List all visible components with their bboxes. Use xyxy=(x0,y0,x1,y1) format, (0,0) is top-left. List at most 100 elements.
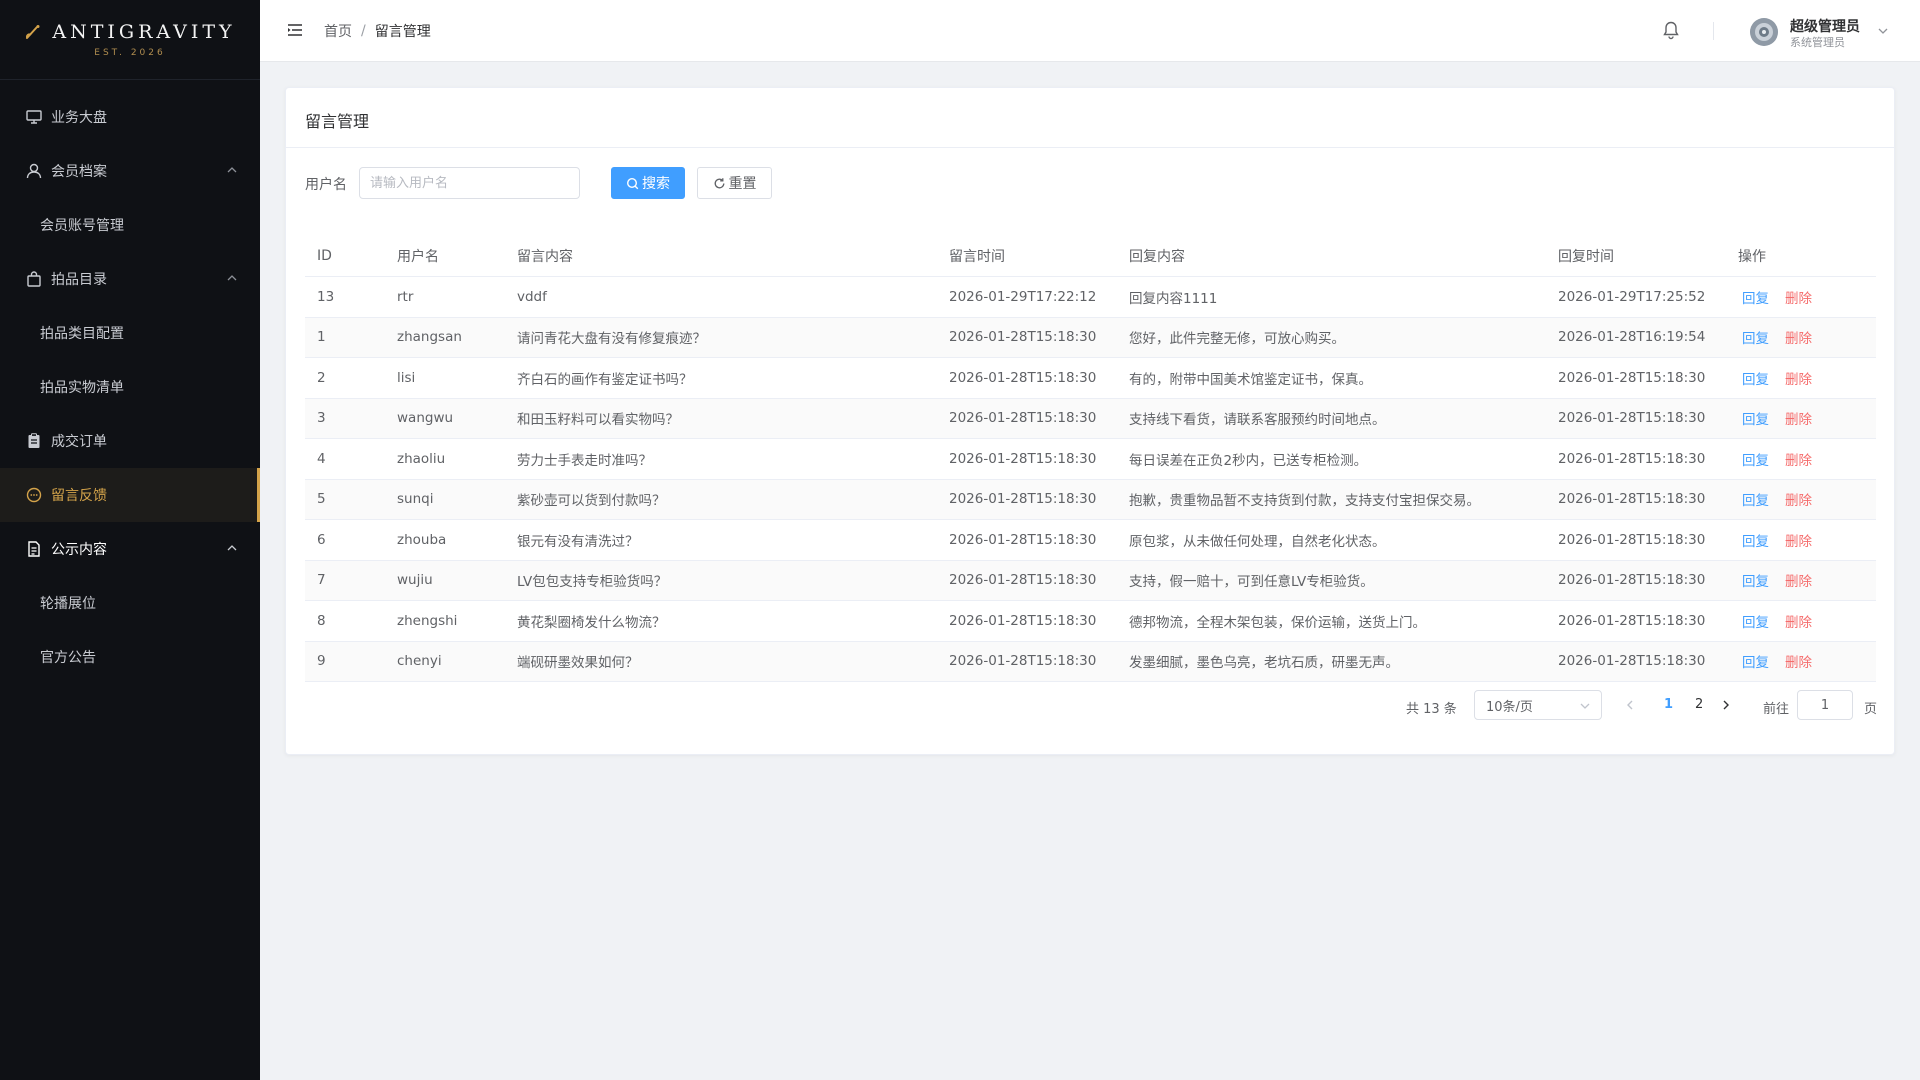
cell-reply: 发墨细腻，墨色乌亮，老坑石质，研墨无声。 xyxy=(1129,655,1399,672)
reply-link[interactable]: 回复 xyxy=(1742,287,1769,307)
user-icon xyxy=(25,162,43,180)
sidebar-item-category-config[interactable]: 拍品类目配置 xyxy=(0,306,260,360)
goto-page-input[interactable] xyxy=(1797,690,1853,720)
sidebar-item-members[interactable]: 会员档案 xyxy=(0,144,260,198)
table-row: 2 lisi 齐白石的画作有鉴定证书吗？ 2026-01-28T15:18:30 有的，… xyxy=(305,358,1876,399)
cell-actions: 回复 删除 xyxy=(1738,601,1812,641)
cell-actions: 回复 删除 xyxy=(1738,277,1812,317)
table-row: 4 zhaoliu 劳力士手表走时准吗？ 2026-01-28T15:18:30 每日误… xyxy=(305,439,1876,480)
cell-reply-time: 2026-01-28T15:18:30 xyxy=(1558,450,1706,467)
cell-id: 1 xyxy=(317,329,326,346)
cell-actions: 回复 删除 xyxy=(1738,318,1812,358)
cell-content: vddf xyxy=(517,288,547,305)
delete-link[interactable]: 删除 xyxy=(1785,489,1812,509)
search-button[interactable]: 搜索 xyxy=(611,167,685,199)
column-header-content: 留言内容 xyxy=(517,249,573,265)
delete-link[interactable]: 删除 xyxy=(1785,530,1812,550)
page-number-1[interactable]: 1 xyxy=(1664,697,1673,712)
table-row: 6 zhouba 银元有没有清洗过？ 2026-01-28T15:18:30 原包浆，从… xyxy=(305,520,1876,561)
cell-actions: 回复 删除 xyxy=(1738,520,1812,560)
username-search-input[interactable] xyxy=(359,167,580,199)
sidebar-item-label: 会员档案 xyxy=(51,164,107,180)
bell-icon[interactable] xyxy=(1662,20,1680,40)
cell-reply: 原包浆，从未做任何处理，自然老化状态。 xyxy=(1129,533,1386,550)
cell-reply: 德邦物流，全程木架包装，保价运输，送货上门。 xyxy=(1129,614,1426,631)
cell-id: 8 xyxy=(317,612,326,629)
table-body: 13 rtr vddf 2026-01-29T17:22:12 回复内容1111 2026… xyxy=(305,277,1876,682)
sidebar-item-label: 公示内容 xyxy=(51,542,107,558)
search-icon xyxy=(626,177,639,189)
reply-link[interactable]: 回复 xyxy=(1742,611,1769,631)
delete-link[interactable]: 删除 xyxy=(1785,449,1812,469)
next-page-icon[interactable] xyxy=(1720,698,1732,712)
delete-link[interactable]: 删除 xyxy=(1785,570,1812,590)
delete-link[interactable]: 删除 xyxy=(1785,287,1812,307)
reply-link[interactable]: 回复 xyxy=(1742,449,1769,469)
delete-link[interactable]: 删除 xyxy=(1785,611,1812,631)
sidebar-item-member-accounts[interactable]: 会员账号管理 xyxy=(0,198,260,252)
column-header-id: ID xyxy=(317,248,332,264)
cell-content: 请问青花大盘有没有修复痕迹？ xyxy=(517,331,706,348)
cell-time: 2026-01-28T15:18:30 xyxy=(949,329,1097,346)
table-row: 9 chenyi 端砚研墨效果如何？ 2026-01-28T15:18:30 发墨细腻，… xyxy=(305,641,1876,682)
column-header-username: 用户名 xyxy=(397,249,439,265)
reply-link[interactable]: 回复 xyxy=(1742,651,1769,671)
bag-icon xyxy=(25,270,43,288)
cell-time: 2026-01-28T15:18:30 xyxy=(949,531,1097,548)
cell-actions: 回复 删除 xyxy=(1738,480,1812,520)
sidebar-item-carousel[interactable]: 轮播展位 xyxy=(0,576,260,630)
user-role: 系统管理员 xyxy=(1790,36,1845,49)
sidebar-item-label: 业务大盘 xyxy=(51,110,107,126)
page-number-2[interactable]: 2 xyxy=(1695,697,1703,712)
page-suffix: 页 xyxy=(1864,702,1878,717)
sidebar-item-label: 拍品类目配置 xyxy=(40,326,124,342)
cell-reply: 您好，此件完整无修，可放心购买。 xyxy=(1129,331,1345,348)
cell-actions: 回复 删除 xyxy=(1738,642,1812,682)
chevron-down-icon[interactable] xyxy=(1877,25,1889,37)
menu-toggle-icon[interactable] xyxy=(286,21,304,39)
sidebar-item-feedback[interactable]: 留言反馈 xyxy=(0,468,260,522)
cell-content: 齐白石的画作有鉴定证书吗？ xyxy=(517,371,693,388)
reply-link[interactable]: 回复 xyxy=(1742,530,1769,550)
chevron-up-icon xyxy=(227,275,237,281)
breadcrumb: 首页 / 留言管理 xyxy=(324,21,431,41)
sidebar-item-label: 会员账号管理 xyxy=(40,218,124,234)
sidebar-item-dashboard[interactable]: 业务大盘 xyxy=(0,90,260,144)
breadcrumb-home[interactable]: 首页 xyxy=(324,21,352,41)
sidebar-item-announcements[interactable]: 官方公告 xyxy=(0,630,260,684)
cell-content: LV包包支持专柜验货吗？ xyxy=(517,574,668,591)
breadcrumb-separator: / xyxy=(361,23,366,39)
cell-content: 紫砂壶可以货到付款吗？ xyxy=(517,493,666,510)
sidebar-item-item-list[interactable]: 拍品实物清单 xyxy=(0,360,260,414)
table-header-row: ID 用户名 留言内容 留言时间 回复内容 回复时间 操作 xyxy=(305,236,1876,277)
cell-reply: 支持，假一赔十，可到任意LV专柜验货。 xyxy=(1129,574,1374,591)
cell-reply-time: 2026-01-28T15:18:30 xyxy=(1558,653,1706,670)
cell-time: 2026-01-28T15:18:30 xyxy=(949,410,1097,427)
delete-link[interactable]: 删除 xyxy=(1785,408,1812,428)
cell-username: zhouba xyxy=(397,531,447,548)
delete-link[interactable]: 删除 xyxy=(1785,651,1812,671)
brand-est: EST. 2026 xyxy=(94,48,166,58)
reset-button[interactable]: 重置 xyxy=(697,167,772,199)
delete-link[interactable]: 删除 xyxy=(1785,368,1812,388)
avatar[interactable] xyxy=(1750,18,1778,46)
cell-username: chenyi xyxy=(397,653,442,670)
cell-reply-time: 2026-01-28T16:19:54 xyxy=(1558,329,1706,346)
sidebar-item-orders[interactable]: 成交订单 xyxy=(0,414,260,468)
reply-link[interactable]: 回复 xyxy=(1742,327,1769,347)
cell-username: wangwu xyxy=(397,410,454,427)
delete-link[interactable]: 删除 xyxy=(1785,327,1812,347)
page-size-select[interactable]: 10条/页 xyxy=(1474,690,1602,720)
cell-id: 5 xyxy=(317,491,326,508)
sidebar-item-public-content[interactable]: 公示内容 xyxy=(0,522,260,576)
reply-link[interactable]: 回复 xyxy=(1742,368,1769,388)
prev-page-icon[interactable] xyxy=(1624,698,1636,712)
column-header-actions: 操作 xyxy=(1738,249,1766,265)
reply-link[interactable]: 回复 xyxy=(1742,408,1769,428)
sidebar-item-catalog[interactable]: 拍品目录 xyxy=(0,252,260,306)
reply-link[interactable]: 回复 xyxy=(1742,570,1769,590)
column-header-reply-time: 回复时间 xyxy=(1558,249,1614,265)
chevron-up-icon xyxy=(227,545,237,551)
user-name[interactable]: 超级管理员 xyxy=(1790,16,1860,36)
reply-link[interactable]: 回复 xyxy=(1742,489,1769,509)
